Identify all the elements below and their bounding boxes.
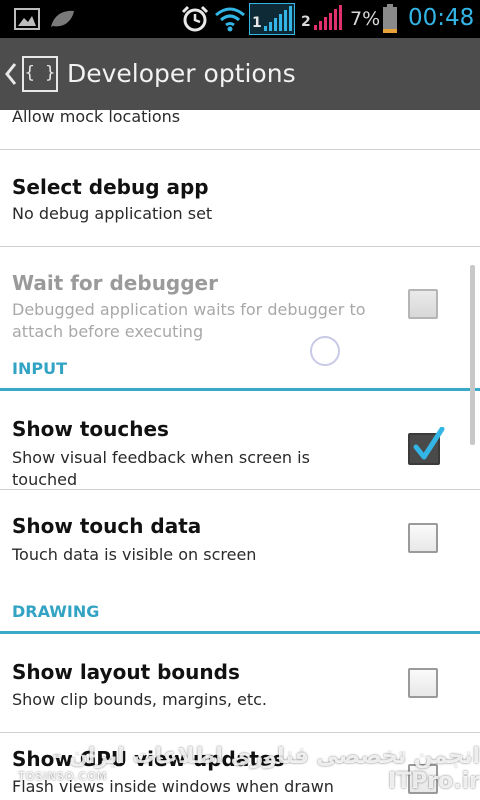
setting-summary: Touch data is visible on screen: [12, 545, 257, 564]
category-input: INPUT: [12, 359, 67, 378]
show-touch-data-checkbox[interactable]: [408, 523, 438, 553]
wait-for-debugger-checkbox: [408, 289, 438, 319]
setting-title: Show layout bounds: [12, 660, 240, 684]
setting-select-debug-app[interactable]: Select debug app No debug application se…: [0, 150, 480, 246]
sim1-signal-icon: 1: [249, 3, 295, 35]
setting-show-layout-bounds[interactable]: Show layout bounds Show clip bounds, mar…: [0, 634, 480, 732]
setting-title: Wait for debugger: [12, 271, 218, 295]
sim2-signal-icon: [314, 5, 342, 30]
show-layout-bounds-checkbox[interactable]: [408, 668, 438, 698]
setting-title: Show touches: [12, 417, 169, 441]
alarm-clock-icon: [181, 5, 209, 32]
battery-icon: [383, 4, 397, 33]
image-icon: [14, 8, 40, 30]
setting-summary: Show clip bounds, margins, etc.: [12, 690, 268, 709]
setting-title: Select debug app: [12, 175, 209, 199]
sim2-label: 2: [301, 14, 311, 30]
category-drawing: DRAWING: [12, 602, 100, 621]
setting-summary: No debug application set: [12, 204, 213, 223]
setting-wait-for-debugger: Wait for debugger Debugged application w…: [0, 247, 480, 357]
developer-options-icon[interactable]: { }: [22, 56, 58, 92]
watermark: انجمن تخصصی فناوری اطلاعات ایران - ITPro…: [52, 744, 480, 794]
setting-show-touch-data[interactable]: Show touch data Touch data is visible on…: [0, 490, 480, 586]
battery-percent: 7%: [350, 8, 381, 30]
clock: 00:48: [408, 5, 475, 31]
status-bar: 1 2 7% 00:48: [0, 0, 480, 38]
scrollbar[interactable]: [470, 265, 475, 445]
action-bar: { } Developer options: [0, 38, 480, 110]
leaf-icon: [51, 10, 74, 27]
back-chevron-icon[interactable]: [4, 60, 18, 88]
setting-allow-mock-locations[interactable]: Allow mock locations: [0, 110, 480, 150]
show-touches-checkbox[interactable]: [408, 427, 445, 465]
setting-title: Allow mock locations: [12, 110, 181, 126]
settings-list[interactable]: Allow mock locations Select debug app No…: [0, 110, 480, 800]
wifi-icon: [215, 7, 245, 32]
setting-summary: Show visual feedback when screen is touc…: [12, 448, 310, 489]
setting-title: Show touch data: [12, 514, 202, 538]
setting-show-touches[interactable]: Show touches Show visual feedback when s…: [0, 391, 480, 489]
page-title: Developer options: [67, 59, 296, 88]
checkmark-icon: [413, 427, 445, 460]
watermark-sub: TOSINSO.COM: [18, 770, 108, 783]
touch-indicator: [310, 336, 340, 366]
